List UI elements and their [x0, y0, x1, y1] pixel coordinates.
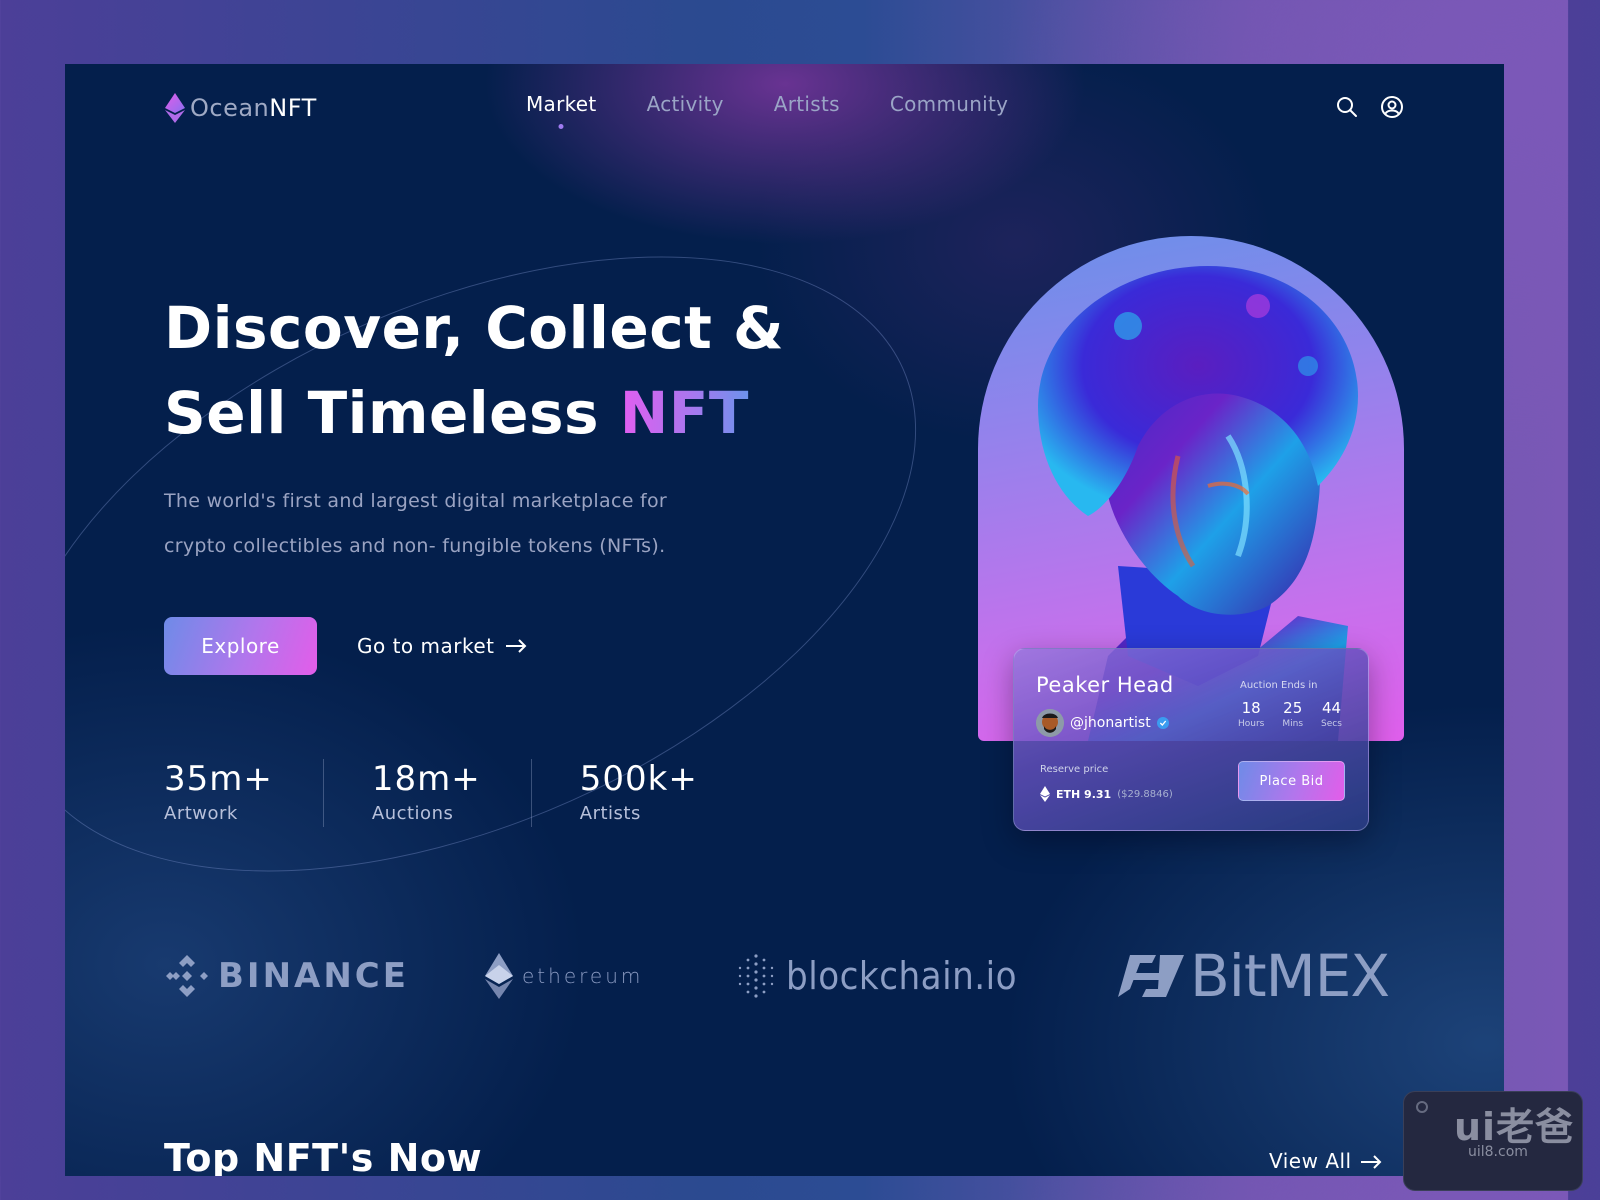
- partner-binance[interactable]: BINANCE: [164, 949, 409, 1003]
- user-account-icon[interactable]: [1380, 95, 1404, 119]
- nav-item-artists[interactable]: Artists: [774, 92, 840, 116]
- watermark-badge: ui老爸 uil8.com: [1403, 1091, 1583, 1191]
- countdown-unit: Secs: [1321, 719, 1342, 729]
- hero-subtitle-line2: crypto collectibles and non- fungible to…: [164, 535, 666, 557]
- partner-logos: BINANCE ethereum blockchain.io BitMEX: [164, 942, 1404, 1010]
- stat-artists: 500k+ Artists: [580, 759, 748, 827]
- nav-item-activity[interactable]: Activity: [647, 92, 724, 116]
- countdown-value: 18: [1241, 699, 1261, 717]
- hero-title-line2: Sell Timeless: [164, 379, 620, 447]
- reserve-usd-value: ($29.8846): [1117, 788, 1173, 800]
- hero-title: Discover, Collect & Sell Timeless NFT: [164, 286, 784, 456]
- stat-label: Artwork: [164, 803, 238, 824]
- search-icon[interactable]: [1335, 95, 1359, 119]
- hero-title-highlight: NFT: [619, 379, 749, 447]
- reserve-eth-value: ETH 9.31: [1056, 787, 1112, 801]
- auction-countdown: 18 Hours 25 Mins 44 Secs: [1238, 699, 1342, 729]
- explore-button[interactable]: Explore: [164, 617, 317, 675]
- nav-label: Activity: [646, 92, 724, 116]
- partner-ethereum[interactable]: ethereum: [484, 949, 643, 1003]
- reserve-price: ETH 9.31 ($29.8846): [1040, 786, 1173, 802]
- partner-name: ethereum: [522, 964, 644, 988]
- countdown-secs: 44 Secs: [1321, 699, 1342, 729]
- ethereum-icon: [1040, 786, 1050, 802]
- place-bid-button[interactable]: Place Bid: [1238, 761, 1345, 801]
- verified-badge-icon: [1156, 717, 1169, 729]
- active-indicator-dot: [558, 124, 564, 129]
- stat-artwork: 35m+ Artwork: [164, 759, 324, 827]
- partner-name: blockchain.io: [786, 954, 1018, 998]
- blockchain-dots-icon: [738, 954, 774, 998]
- view-all-label: View All: [1269, 1149, 1352, 1173]
- watermark-dot-icon: [1416, 1101, 1428, 1113]
- ethereum-logo-icon: [485, 953, 513, 999]
- partner-bitmex[interactable]: BitMEX: [1116, 942, 1390, 1010]
- stat-value: 500k+: [579, 759, 698, 799]
- countdown-value: 44: [1321, 699, 1342, 717]
- nav-item-market[interactable]: Market: [526, 92, 597, 129]
- watermark-url: uil8.com: [1468, 1144, 1528, 1160]
- nav-label: Market: [526, 92, 597, 116]
- auction-card: Peaker Head @jhonartist Auction Ends in …: [1013, 648, 1369, 831]
- hero-title-line1: Discover, Collect &: [164, 294, 785, 362]
- watermark-text: ui老爸: [1454, 1105, 1575, 1149]
- arrow-right-icon: [505, 639, 526, 653]
- nft-title: Peaker Head: [1036, 673, 1174, 697]
- reserve-price-label: Reserve price: [1040, 764, 1109, 775]
- go-to-market-link[interactable]: Go to market: [357, 634, 527, 658]
- stat-auctions: 18m+ Auctions: [372, 759, 532, 827]
- stats-row: 35m+ Artwork 18m+ Auctions 500k+ Artists: [164, 759, 796, 827]
- section-title: Top NFT's Now: [164, 1136, 483, 1176]
- view-all-link[interactable]: View All: [1269, 1149, 1382, 1173]
- go-to-market-label: Go to market: [357, 634, 495, 658]
- stat-label: Auctions: [371, 803, 454, 824]
- countdown-mins: 25 Mins: [1282, 699, 1303, 729]
- binance-logo-icon: [166, 955, 208, 997]
- arrow-right-icon: [1360, 1155, 1382, 1169]
- nav-item-community[interactable]: Community: [890, 92, 1008, 116]
- landing-page: OceanNFT Market Activity Artists Communi…: [65, 64, 1504, 1176]
- avatar: [1036, 709, 1064, 737]
- stat-value: 35m+: [164, 759, 273, 799]
- logo-text-nft: NFT: [269, 94, 317, 122]
- auction-ends-label: Auction Ends in: [1240, 680, 1318, 691]
- main-nav: Market Activity Artists Community: [526, 92, 1008, 129]
- logo[interactable]: OceanNFT: [164, 93, 317, 123]
- logo-text-ocean: Ocean: [190, 94, 270, 122]
- countdown-value: 25: [1283, 699, 1303, 717]
- countdown-hours: 18 Hours: [1238, 699, 1264, 729]
- nav-label: Artists: [773, 92, 840, 116]
- bitmex-logo-icon: [1118, 955, 1184, 997]
- stat-value: 18m+: [371, 759, 481, 799]
- hero-subtitle: The world's first and largest digital ma…: [164, 479, 804, 569]
- countdown-unit: Hours: [1238, 719, 1265, 729]
- stat-label: Artists: [579, 803, 641, 824]
- partner-name: BitMEX: [1190, 942, 1390, 1010]
- artist-handle: @jhonartist: [1070, 715, 1151, 731]
- hero-subtitle-line1: The world's first and largest digital ma…: [164, 490, 668, 512]
- partner-blockchain[interactable]: blockchain.io: [736, 949, 1017, 1003]
- artist-info[interactable]: @jhonartist: [1036, 709, 1169, 737]
- nav-label: Community: [889, 92, 1009, 116]
- ethereum-diamond-icon: [165, 93, 185, 123]
- countdown-unit: Mins: [1282, 719, 1304, 729]
- partner-name: BINANCE: [218, 956, 409, 996]
